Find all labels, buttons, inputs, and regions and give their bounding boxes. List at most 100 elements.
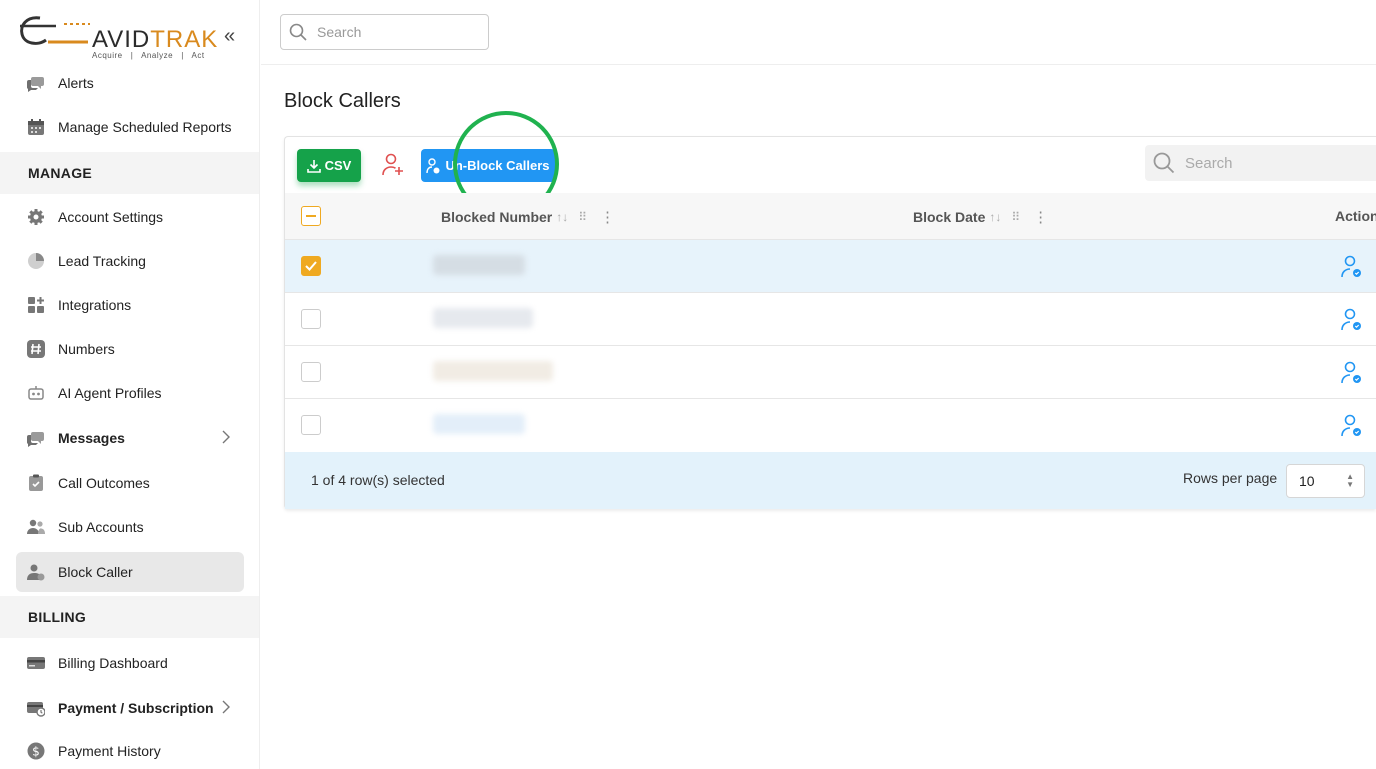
sidebar-item-messages[interactable]: Messages	[16, 418, 244, 458]
block-callers-card: CSV Un-Block Callers Blocked Number ↑↓ ⠿…	[284, 111, 1376, 509]
dollar-circle-icon: $	[26, 741, 46, 761]
unblock-label: Un-Block Callers	[445, 158, 550, 173]
row-checkbox[interactable]	[301, 256, 321, 276]
sidebar-item-sub-accounts[interactable]: Sub Accounts	[16, 507, 244, 547]
sidebar-item-label: Numbers	[58, 341, 115, 357]
table-search-input[interactable]	[1185, 154, 1365, 172]
redacted-blocked-number	[433, 361, 553, 381]
sort-icon[interactable]: ↑↓	[556, 210, 568, 224]
section-header-billing: BILLING	[0, 596, 259, 638]
chevron-right-icon	[222, 700, 230, 717]
column-menu-icon[interactable]: ⋮	[1033, 208, 1048, 226]
sidebar-item-label: AI Agent Profiles	[58, 385, 162, 401]
card-icon	[26, 653, 46, 673]
search-icon	[1153, 152, 1175, 174]
global-search[interactable]	[280, 14, 489, 50]
table-row[interactable]	[285, 346, 1376, 399]
unblock-user-icon[interactable]	[1341, 361, 1363, 385]
sidebar-item-manage-scheduled-reports[interactable]: Manage Scheduled Reports	[16, 107, 244, 147]
add-blocked-caller-button[interactable]	[379, 151, 407, 179]
unblock-callers-button[interactable]: Un-Block Callers	[421, 149, 555, 182]
unblock-user-icon[interactable]	[1341, 414, 1363, 438]
table-row[interactable]	[285, 293, 1376, 346]
sidebar-item-label: Account Settings	[58, 209, 164, 225]
hash-icon	[26, 339, 46, 359]
logo-text: AVIDTRAK	[92, 26, 219, 53]
calendar-icon	[26, 117, 46, 137]
table-footer: 1 of 4 row(s) selected Rows per page 10 …	[285, 452, 1376, 509]
global-search-input[interactable]	[317, 24, 477, 40]
sidebar-item-account-settings[interactable]: Account Settings	[16, 197, 244, 237]
column-header-block-date[interactable]: Block Date ↑↓ ⠿ ⋮	[913, 208, 1048, 226]
row-checkbox[interactable]	[301, 415, 321, 435]
page-title: Block Callers	[284, 90, 401, 112]
sidebar-item-payment-history[interactable]: $ Payment History	[16, 731, 244, 769]
sidebar-item-label: Lead Tracking	[58, 253, 146, 269]
collapse-sidebar-button[interactable]: «	[224, 26, 235, 46]
top-bar	[261, 0, 1376, 65]
column-menu-icon[interactable]: ⋮	[600, 208, 615, 226]
chevron-right-icon	[222, 430, 230, 447]
chat-bubble-icon	[26, 73, 46, 93]
sidebar-item-label: Manage Scheduled Reports	[58, 119, 232, 135]
rows-per-page-select[interactable]: 10 ▲ ▼	[1286, 464, 1365, 498]
sidebar-item-numbers[interactable]: Numbers	[16, 329, 244, 369]
sidebar-item-label: Billing Dashboard	[58, 655, 168, 671]
row-checkbox[interactable]	[301, 362, 321, 382]
sidebar-item-label: Payment History	[58, 743, 161, 759]
gear-icon	[26, 207, 46, 227]
search-icon	[289, 23, 307, 41]
sidebar-item-payment-subscription[interactable]: Payment / Subscription	[16, 688, 244, 728]
rows-per-page-value: 10	[1299, 473, 1315, 489]
sidebar-item-label: Messages	[58, 430, 125, 446]
table-row[interactable]	[285, 399, 1376, 452]
sidebar-item-alerts[interactable]: Alerts	[16, 63, 244, 103]
selection-count: 1 of 4 row(s) selected	[311, 472, 445, 488]
checkmark-icon	[305, 261, 317, 271]
user-check-icon	[426, 157, 440, 173]
export-csv-button[interactable]: CSV	[297, 149, 361, 182]
table-row[interactable]	[285, 240, 1376, 293]
sidebar-item-label: Sub Accounts	[58, 519, 144, 535]
column-header-blocked-number[interactable]: Blocked Number ↑↓ ⠿ ⋮	[441, 208, 615, 226]
sidebar-item-label: Alerts	[58, 75, 94, 91]
csv-label: CSV	[324, 158, 352, 173]
logo-tagline: Acquire | Analyze | Act	[92, 51, 205, 60]
redacted-blocked-number	[433, 414, 525, 434]
pie-chart-icon	[26, 251, 46, 271]
sidebar-item-label: Integrations	[58, 297, 132, 313]
svg-text:$: $	[32, 745, 40, 759]
sidebar-item-block-caller[interactable]: Block Caller	[16, 552, 244, 592]
logo-mark-icon	[20, 16, 90, 45]
unblock-user-icon[interactable]	[1341, 255, 1363, 279]
sidebar-item-label: Payment / Subscription	[58, 700, 214, 716]
unblock-user-icon[interactable]	[1341, 308, 1363, 332]
sidebar-item-integrations[interactable]: Integrations	[16, 285, 244, 325]
avidtrak-logo[interactable]: AVIDTRAK Acquire | Analyze | Act	[18, 10, 218, 62]
sidebar-item-lead-tracking[interactable]: Lead Tracking	[16, 241, 244, 281]
sidebar-item-call-outcomes[interactable]: Call Outcomes	[16, 463, 244, 503]
redacted-blocked-number	[433, 255, 525, 275]
sort-icon[interactable]: ↑↓	[989, 210, 1001, 224]
clipboard-check-icon	[26, 473, 46, 493]
section-header-manage: MANAGE	[0, 152, 259, 194]
users-icon	[26, 517, 46, 537]
select-all-checkbox[interactable]	[301, 206, 321, 226]
table-header: Blocked Number ↑↓ ⠿ ⋮ Block Date ↑↓ ⠿ ⋮ …	[285, 193, 1376, 240]
sidebar-item-billing-dashboard[interactable]: Billing Dashboard	[16, 643, 244, 683]
download-icon	[306, 159, 321, 173]
sidebar-item-label: Block Caller	[58, 564, 133, 580]
robot-icon	[26, 383, 46, 403]
sidebar-item-ai-agent-profiles[interactable]: AI Agent Profiles	[16, 373, 244, 413]
sidebar-item-label: Call Outcomes	[58, 475, 150, 491]
user-block-icon	[26, 562, 46, 582]
rows-per-page-label: Rows per page	[1183, 470, 1278, 486]
table-search[interactable]	[1145, 145, 1376, 181]
up-down-chevron-icon: ▲ ▼	[1346, 472, 1354, 489]
chat-bubble-icon	[26, 428, 46, 448]
column-header-action: Action	[1335, 208, 1376, 224]
drag-handle-icon[interactable]: ⠿	[578, 210, 587, 224]
drag-handle-icon[interactable]: ⠿	[1011, 210, 1020, 224]
grid-plus-icon	[26, 295, 46, 315]
row-checkbox[interactable]	[301, 309, 321, 329]
